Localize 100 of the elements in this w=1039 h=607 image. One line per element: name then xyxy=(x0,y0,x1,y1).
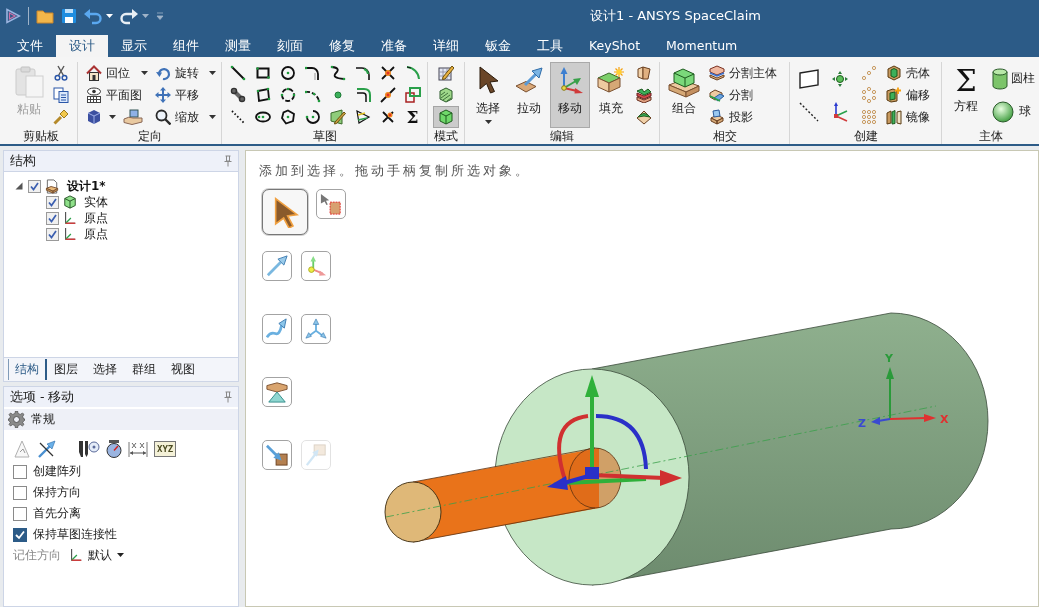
checkbox-label[interactable]: 保持草图连接性 xyxy=(33,526,117,543)
solid-cube-icon[interactable] xyxy=(438,109,454,125)
shell-button[interactable]: 壳体 xyxy=(886,62,930,84)
four-way-arrow-icon[interactable] xyxy=(155,87,171,103)
panel-tab[interactable]: 结构 xyxy=(8,359,47,380)
axes-icon[interactable] xyxy=(69,548,83,562)
checkbox[interactable] xyxy=(13,527,27,542)
pan-button[interactable]: 平移 xyxy=(155,84,219,106)
dotted-line-icon[interactable] xyxy=(229,109,246,125)
three-point-circle-icon[interactable] xyxy=(279,87,296,103)
checkbox[interactable] xyxy=(13,506,27,521)
cube-icon[interactable] xyxy=(86,109,102,125)
ribbon-tab[interactable]: 修复 xyxy=(316,35,368,57)
shell-icon[interactable] xyxy=(886,65,902,81)
home-button[interactable]: 回位 xyxy=(86,62,155,84)
combine-button[interactable]: 组合 xyxy=(664,62,704,128)
tree-item-label[interactable]: 原点 xyxy=(84,225,108,243)
dot-pattern-icon[interactable] xyxy=(861,109,877,125)
dot-pattern-icon[interactable] xyxy=(861,87,877,103)
tangent-arc-icon[interactable] xyxy=(304,65,321,81)
split-button[interactable]: 分割 xyxy=(709,84,753,106)
circle-icon[interactable] xyxy=(279,65,296,81)
caret-icon[interactable] xyxy=(484,120,492,124)
sphere-button[interactable]: 球 xyxy=(992,95,1031,128)
customize-icon[interactable] xyxy=(156,12,164,20)
tree-item-label[interactable]: 原点 xyxy=(84,209,108,227)
chain-icon[interactable] xyxy=(229,87,246,103)
ribbon-tab[interactable]: 详细 xyxy=(420,35,472,57)
dimension-icon[interactable] xyxy=(128,440,148,458)
panel-tab[interactable]: 视图 xyxy=(164,359,203,380)
checkbox-label[interactable]: 创建阵列 xyxy=(33,463,81,480)
pull-arrow-icon[interactable] xyxy=(515,66,543,94)
fill-button[interactable]: 填充 xyxy=(591,62,631,128)
caret-icon[interactable] xyxy=(117,553,124,557)
cylinder-icon[interactable] xyxy=(992,67,1008,90)
triangle-sketch-icon[interactable] xyxy=(354,109,371,125)
crossed-arrow-icon[interactable] xyxy=(38,440,56,458)
equation-button[interactable]: Σ 方程 xyxy=(948,62,984,128)
pencil-plane-icon[interactable] xyxy=(329,109,346,125)
panel-tab[interactable]: 选择 xyxy=(86,359,125,380)
checkbox-label[interactable]: 首先分离 xyxy=(33,505,81,522)
mirror-icon[interactable] xyxy=(886,109,902,125)
trim-icon[interactable] xyxy=(379,65,396,81)
checkbox[interactable] xyxy=(13,485,27,500)
checkbox[interactable] xyxy=(46,211,59,225)
ribbon-tab[interactable]: KeyShot xyxy=(576,35,654,57)
ribbon-tab[interactable]: Momentum xyxy=(653,35,751,57)
point-target-icon[interactable] xyxy=(832,70,848,87)
caret-icon[interactable] xyxy=(209,71,216,75)
redo-icon[interactable] xyxy=(120,7,138,25)
offset-button[interactable]: 偏移 xyxy=(886,84,930,106)
checkbox[interactable] xyxy=(13,464,27,479)
move-button[interactable]: 移动 xyxy=(550,62,590,128)
two-rectangles-icon[interactable] xyxy=(404,87,421,103)
offset-curve-icon[interactable] xyxy=(354,87,371,103)
ribbon-tab[interactable]: 钣金 xyxy=(472,35,524,57)
xyz-button[interactable]: XYZ xyxy=(154,441,177,457)
ribbon-tab[interactable]: 准备 xyxy=(368,35,420,57)
offset-icon[interactable] xyxy=(886,87,902,103)
hand-box-icon[interactable] xyxy=(123,109,143,125)
tool-button[interactable] xyxy=(262,189,308,235)
plan-view-button[interactable]: 平面图 xyxy=(86,84,155,106)
dashed-line-icon[interactable] xyxy=(799,101,819,122)
polygon-icon[interactable] xyxy=(279,109,296,125)
stacked-boxes-icon[interactable] xyxy=(668,66,700,98)
rotate-button[interactable]: 旋转 xyxy=(155,62,219,84)
ribbon-tab[interactable]: 刻面 xyxy=(264,35,316,57)
ribbon-tab[interactable]: 测量 xyxy=(212,35,264,57)
ribbon-tab[interactable]: 工具 xyxy=(524,35,576,57)
mode-button[interactable] xyxy=(433,106,459,128)
pencil-grid-icon[interactable] xyxy=(438,65,454,81)
split-icon[interactable] xyxy=(709,87,725,103)
save-icon[interactable] xyxy=(61,8,77,24)
play-logo-icon[interactable] xyxy=(5,8,21,24)
tree-item-label[interactable]: 设计1* xyxy=(67,177,106,195)
pin-icon[interactable] xyxy=(224,155,232,167)
dot-pattern-icon[interactable] xyxy=(861,65,877,81)
checkbox[interactable] xyxy=(28,179,41,193)
eye-grid-icon[interactable] xyxy=(86,87,102,103)
faces-icon[interactable] xyxy=(636,65,652,81)
split-box-icon[interactable] xyxy=(709,65,725,81)
sweep-arc-icon[interactable] xyxy=(304,109,321,125)
cylinder-button[interactable]: 圆柱 xyxy=(992,62,1035,95)
expander-icon[interactable] xyxy=(15,182,23,190)
spline-icon[interactable] xyxy=(329,65,346,81)
layers-icon[interactable] xyxy=(636,87,652,103)
magnifier-icon[interactable] xyxy=(155,109,171,125)
orientation-dropdown[interactable]: 默认 xyxy=(69,546,124,564)
project-button[interactable]: 投影 xyxy=(709,106,753,128)
plane-icon[interactable] xyxy=(799,68,819,89)
surface-icon[interactable] xyxy=(636,109,652,125)
caret-icon[interactable] xyxy=(209,115,216,119)
scissors-icon[interactable] xyxy=(53,65,69,81)
ribbon-tab[interactable]: 显示 xyxy=(108,35,160,57)
panel-tab[interactable]: 群组 xyxy=(125,359,164,380)
zoom-button[interactable]: 缩放 xyxy=(155,106,219,128)
arc-icon[interactable] xyxy=(404,65,421,81)
section-label[interactable]: 常规 xyxy=(31,411,55,428)
copy-icon[interactable] xyxy=(53,87,69,103)
move-handle[interactable] xyxy=(547,375,682,490)
